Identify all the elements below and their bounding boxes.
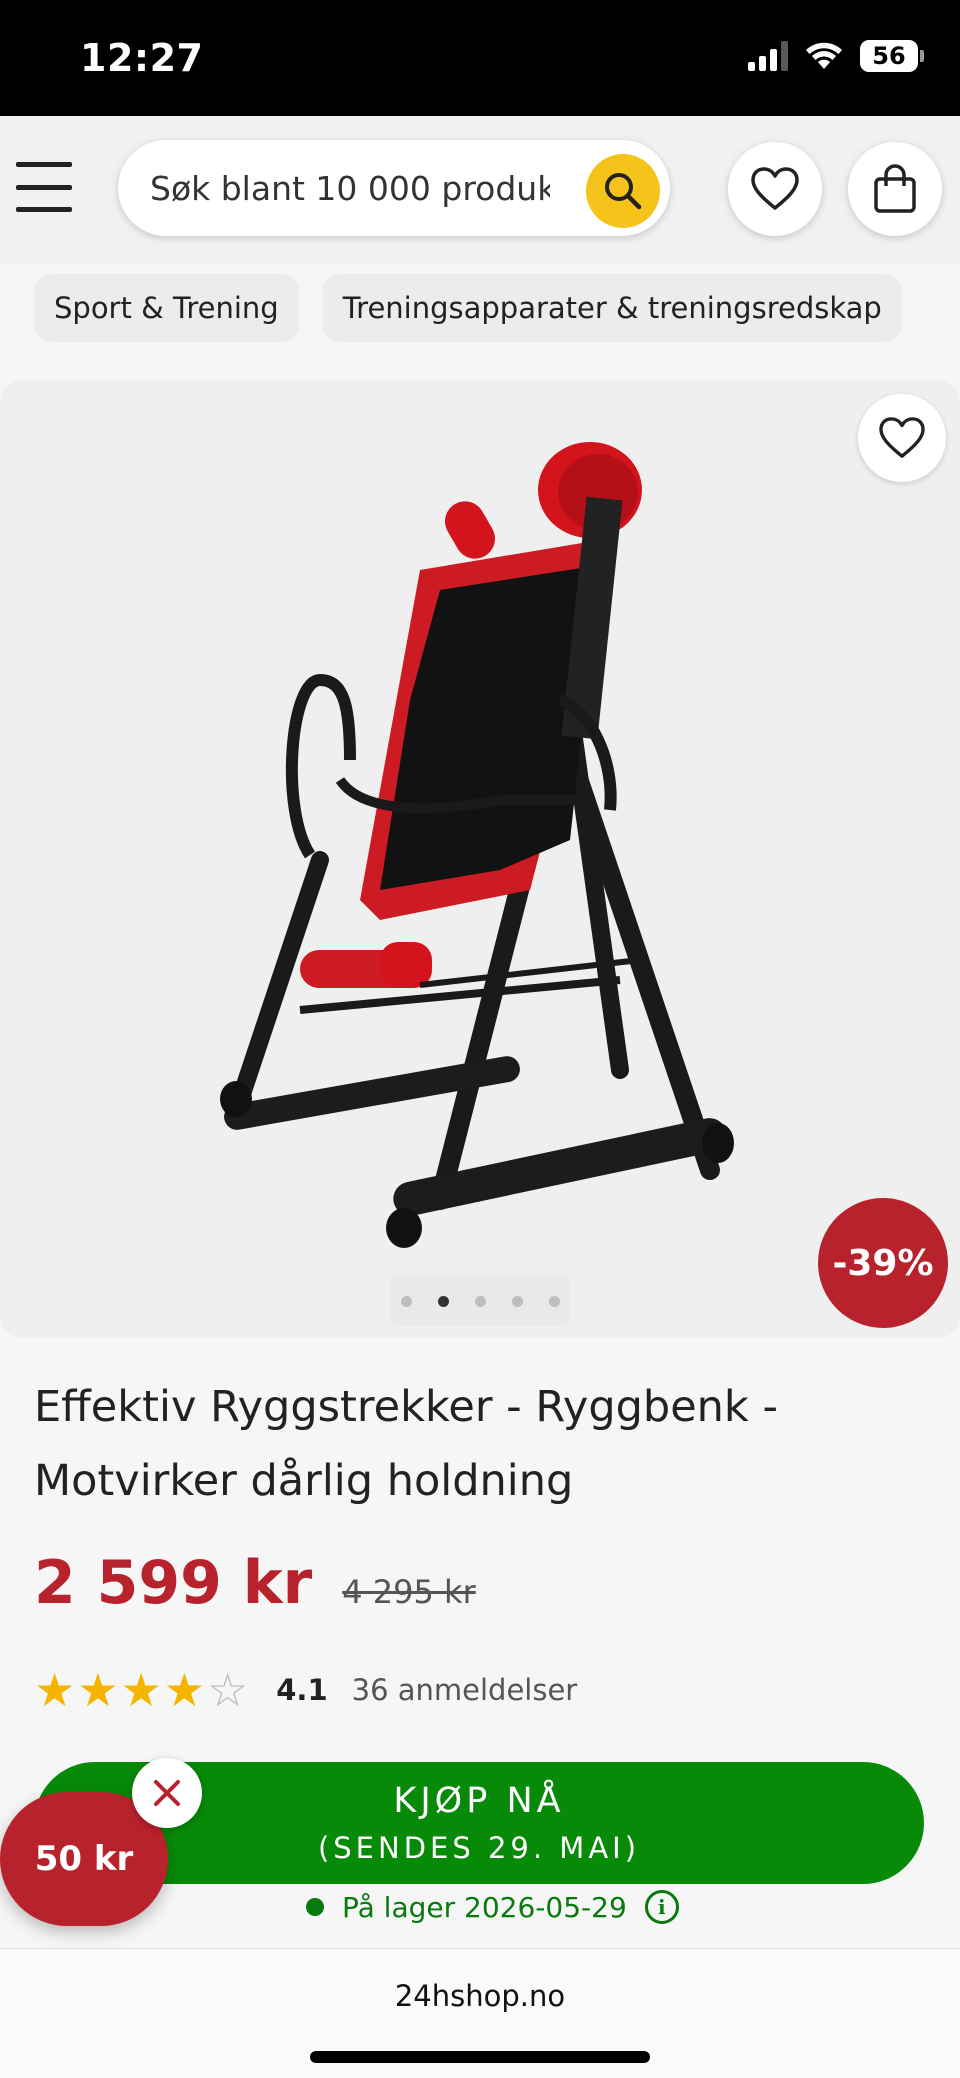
gallery-dot[interactable] <box>511 1295 523 1307</box>
cart-button[interactable] <box>848 142 942 236</box>
in-stock-indicator-icon <box>306 1898 324 1916</box>
cellular-signal-icon <box>748 41 788 71</box>
rating-row[interactable]: ★ ★ ★ ★ ☆ 4.1 36 anmeldelser <box>34 1662 577 1718</box>
breadcrumb: Sport & Trening Treningsapparater & tren… <box>34 274 902 342</box>
browser-address-bar: 24hshop.no <box>0 1948 960 2078</box>
product-image <box>220 442 734 1248</box>
search-input[interactable] <box>150 160 550 216</box>
status-indicators: 56 <box>748 40 924 72</box>
battery-icon: 56 <box>860 40 924 72</box>
star-icon: ★ <box>77 1663 119 1717</box>
original-price: 4 295 kr <box>342 1573 476 1611</box>
buy-now-label: KJØP NÅ <box>393 1781 565 1821</box>
price-row: 2 599 kr 4 295 kr <box>34 1548 476 1618</box>
review-count-link[interactable]: 36 anmeldelser <box>352 1673 578 1707</box>
star-icon: ★ <box>34 1663 76 1717</box>
current-price: 2 599 kr <box>34 1548 313 1618</box>
status-time: 12:27 <box>80 36 204 80</box>
shopping-bag-icon <box>874 164 916 213</box>
site-header <box>0 116 960 264</box>
shipping-date-label: (SENDES 29. MAI) <box>317 1831 641 1865</box>
search-button[interactable] <box>586 154 660 228</box>
wifi-icon <box>806 42 842 69</box>
breadcrumb-item-sport[interactable]: Sport & Trening <box>34 274 299 342</box>
star-icon: ★ <box>120 1663 162 1717</box>
close-icon <box>154 1780 180 1806</box>
rating-value: 4.1 <box>276 1673 328 1707</box>
breadcrumb-item-treningsapparater[interactable]: Treningsapparater & treningsredskap <box>322 274 902 342</box>
heart-icon <box>751 167 799 210</box>
home-indicator <box>310 2051 650 2063</box>
star-icon: ★ <box>163 1663 205 1717</box>
product-image-gallery[interactable]: -39% <box>0 380 960 1338</box>
info-icon[interactable]: i <box>644 1890 679 1924</box>
promo-close-button[interactable] <box>132 1758 202 1828</box>
browser-domain[interactable]: 24hshop.no <box>0 1979 960 2013</box>
stock-status: På lager 2026-05-29 i <box>306 1890 679 1924</box>
search-icon <box>605 173 642 210</box>
page: 12:27 56 Søk blant 10 000 produkter Spor… <box>0 0 960 2078</box>
gallery-dot[interactable] <box>548 1295 560 1307</box>
search-box <box>118 140 670 236</box>
rating-stars: ★ ★ ★ ★ ☆ <box>34 1667 248 1713</box>
product-title: Effektiv Ryggstrekker - Ryggbenk - Motvi… <box>34 1382 778 1506</box>
gallery-dot-active[interactable] <box>437 1295 449 1307</box>
gallery-dot[interactable] <box>400 1295 412 1307</box>
product-wishlist-button[interactable] <box>858 394 946 482</box>
stock-text: På lager 2026-05-29 <box>342 1890 627 1924</box>
wishlist-button[interactable] <box>728 142 822 236</box>
discount-badge: -39% <box>818 1198 948 1328</box>
status-bar: 12:27 56 <box>0 0 960 116</box>
hamburger-menu-icon[interactable] <box>16 162 72 212</box>
star-empty-icon: ☆ <box>207 1663 249 1717</box>
gallery-dot[interactable] <box>474 1295 486 1307</box>
heart-icon <box>879 417 925 458</box>
gallery-pagination[interactable] <box>390 1276 570 1326</box>
